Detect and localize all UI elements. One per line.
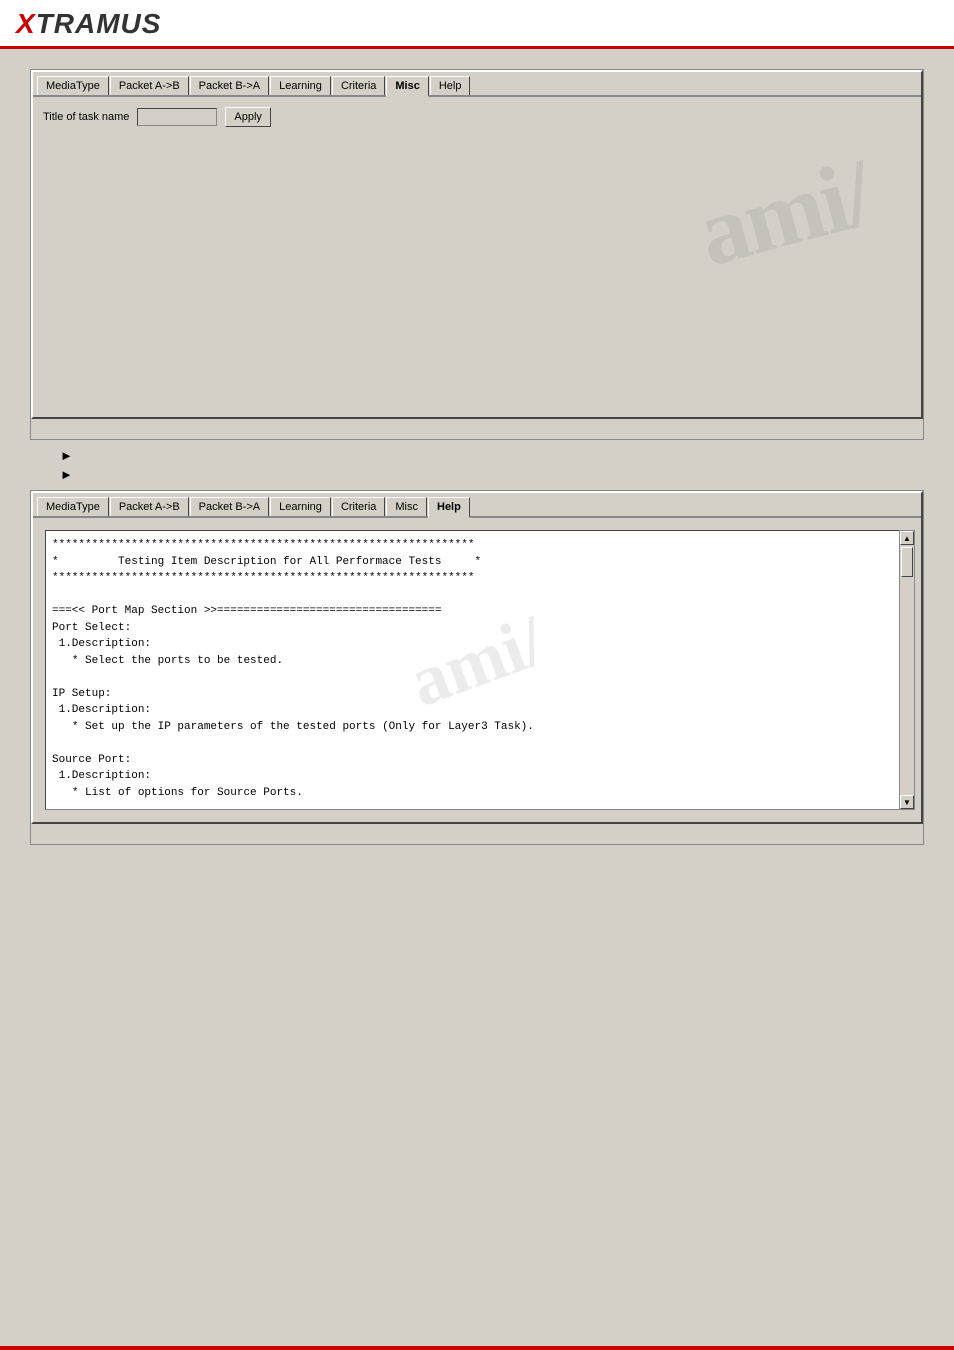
help-text-content: ****************************************… <box>52 537 890 810</box>
title-row: Title of task name Apply <box>43 107 911 127</box>
panel-2-body: ****************************************… <box>33 518 921 822</box>
tab-mediatype-label: MediaType <box>46 80 100 92</box>
arrow-icon-2: ► <box>60 467 73 482</box>
help-area-container: ****************************************… <box>39 530 915 810</box>
tab-bar-2: MediaType Packet A->B Packet B->A Learni… <box>33 493 921 518</box>
tab-learning[interactable]: Learning <box>270 76 331 95</box>
tab-packet-a-b-label: Packet A->B <box>119 80 180 92</box>
tab-packet-a-b[interactable]: Packet A->B <box>110 76 189 95</box>
apply-button[interactable]: Apply <box>225 107 271 127</box>
tab-learning-label: Learning <box>279 80 322 92</box>
tab-packet-b-a[interactable]: Packet B->A <box>190 76 269 95</box>
tab2-packet-b-a-label: Packet B->A <box>199 501 260 513</box>
tab-criteria-label: Criteria <box>341 80 376 92</box>
arrow-bullet-2: ► <box>60 467 894 482</box>
tab2-criteria-label: Criteria <box>341 501 376 513</box>
tab-misc[interactable]: Misc <box>386 76 428 97</box>
scrollbar-thumb[interactable] <box>901 547 913 577</box>
tab2-learning-label: Learning <box>279 501 322 513</box>
tab-help[interactable]: Help <box>430 76 471 95</box>
footer-bar <box>0 1346 954 1350</box>
help-text-area[interactable]: ****************************************… <box>45 530 909 810</box>
title-label: Title of task name <box>43 111 129 123</box>
tab-packet-b-a-label: Packet B->A <box>199 80 260 92</box>
tab-help-label: Help <box>439 80 462 92</box>
watermark-1: ami/ <box>686 136 882 288</box>
tab-misc-label: Misc <box>395 80 419 92</box>
panel-1: MediaType Packet A->B Packet B->A Learni… <box>30 69 924 440</box>
arrow-bullet-1: ► <box>60 448 894 463</box>
panel-1-body: Title of task name Apply ami/ <box>33 97 921 417</box>
tab2-packet-a-b[interactable]: Packet A->B <box>110 497 189 516</box>
tab2-learning[interactable]: Learning <box>270 497 331 516</box>
scrollbar-up-button[interactable]: ▲ <box>900 531 914 545</box>
tab2-help[interactable]: Help <box>428 497 470 518</box>
logo: XTRAMUS <box>16 8 161 40</box>
tab2-mediatype[interactable]: MediaType <box>37 497 109 516</box>
logo-x: X <box>16 8 36 39</box>
app-header: XTRAMUS <box>0 0 954 49</box>
arrow-bullets: ► ► <box>60 448 894 482</box>
main-content: MediaType Packet A->B Packet B->A Learni… <box>0 49 954 865</box>
arrow-icon-1: ► <box>60 448 73 463</box>
scrollbar-track: ▲ ▼ <box>899 530 915 810</box>
panel-1-inner: MediaType Packet A->B Packet B->A Learni… <box>31 70 923 419</box>
tab2-criteria[interactable]: Criteria <box>332 497 385 516</box>
logo-rest: TRAMUS <box>36 8 162 39</box>
tab-mediatype[interactable]: MediaType <box>37 76 109 95</box>
scrollbar-down-button[interactable]: ▼ <box>900 795 914 809</box>
title-input[interactable] <box>137 108 217 126</box>
tab2-mediatype-label: MediaType <box>46 501 100 513</box>
tab2-packet-b-a[interactable]: Packet B->A <box>190 497 269 516</box>
tab2-help-label: Help <box>437 501 461 513</box>
panel-2: MediaType Packet A->B Packet B->A Learni… <box>30 490 924 845</box>
tab-criteria[interactable]: Criteria <box>332 76 385 95</box>
tab2-misc[interactable]: Misc <box>386 497 427 516</box>
panel-2-inner: MediaType Packet A->B Packet B->A Learni… <box>31 491 923 824</box>
watermark-area-1: ami/ <box>43 137 911 397</box>
tab2-packet-a-b-label: Packet A->B <box>119 501 180 513</box>
tab2-misc-label: Misc <box>395 501 418 513</box>
tab-bar-1: MediaType Packet A->B Packet B->A Learni… <box>33 72 921 97</box>
